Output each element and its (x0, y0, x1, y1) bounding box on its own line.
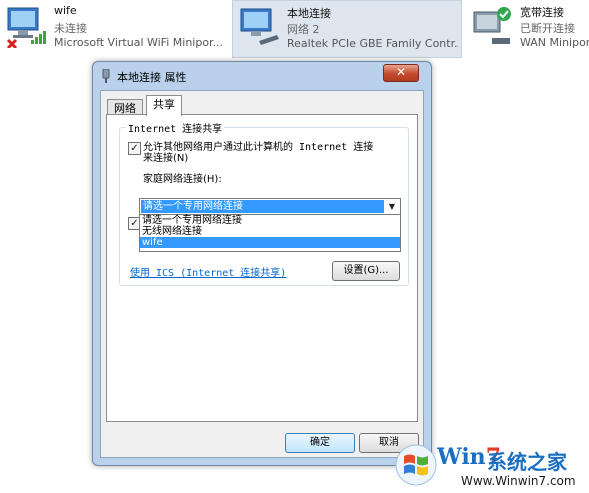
ics-help-link[interactable]: 使用 ICS (Internet 连接共享) (130, 264, 286, 279)
connection-device: WAN Minipor (520, 36, 589, 49)
connection-broadband[interactable]: 宽带连接 已断开连接 WAN Minipor (466, 0, 589, 56)
properties-dialog: 本地连接 属性 ✕ 网络 共享 Internet 连接共享 ✓ 允许其他网络用户… (92, 61, 432, 466)
ok-button[interactable]: 确定 (285, 433, 355, 453)
dialog-client-area: 网络 共享 Internet 连接共享 ✓ 允许其他网络用户通过此计算机的 In… (100, 90, 424, 458)
dropdown-option[interactable]: wife (140, 237, 400, 248)
dialog-title: 本地连接 属性 (117, 71, 187, 84)
connection-local[interactable]: 本地连接 网络 2 Realtek PCIe GBE Family Contr.… (232, 0, 462, 58)
allow-sharing-label-cont: 来连接(N) (143, 153, 189, 164)
allow-sharing-label: 允许其他网络用户通过此计算机的 Internet 连接 (143, 142, 374, 153)
sharing-tab-page: Internet 连接共享 ✓ 允许其他网络用户通过此计算机的 Internet… (106, 114, 418, 422)
network-adapter-icon (240, 8, 279, 45)
tab-network[interactable]: 网络 (107, 99, 143, 115)
close-button[interactable]: ✕ (383, 64, 419, 82)
connection-name: 本地连接 (287, 7, 331, 20)
watermark-url: Www.Winwin7.com (461, 474, 576, 488)
connection-name: 宽带连接 (520, 6, 564, 19)
chevron-down-icon[interactable]: ▼ (386, 201, 398, 212)
group-title: Internet 连接共享 (126, 120, 225, 135)
settings-button[interactable]: 设置(G)... (332, 261, 400, 281)
connection-wifi[interactable]: wife 未连接 Microsoft Virtual WiFi Minipor.… (0, 0, 228, 56)
network-adapter-icon (473, 7, 511, 44)
home-network-label: 家庭网络连接(H): (143, 174, 222, 185)
connection-device: Realtek PCIe GBE Family Contr... (287, 37, 459, 50)
watermark-brand-cn: 系统之家 (487, 450, 567, 474)
connection-status: 已断开连接 (520, 22, 575, 35)
home-network-combobox[interactable]: 请选一个专用网络连接 ▼ (139, 198, 401, 215)
signal-bars-icon (31, 31, 46, 44)
connection-name: wife (54, 4, 77, 17)
allow-sharing-checkbox[interactable]: ✓ (128, 142, 141, 155)
ics-group: Internet 连接共享 ✓ 允许其他网络用户通过此计算机的 Internet… (119, 120, 409, 286)
connection-device: Microsoft Virtual WiFi Minipor... (54, 36, 224, 49)
connection-status: 网络 2 (287, 23, 320, 36)
network-cable-icon (102, 69, 110, 83)
combo-selected-value: 请选一个专用网络连接 (141, 200, 384, 213)
tab-sharing[interactable]: 共享 (146, 95, 182, 116)
dropdown-option[interactable]: 请选一个专用网络连接 (140, 215, 400, 226)
connection-status: 未连接 (54, 22, 87, 35)
home-network-dropdown-list: 请选一个专用网络连接 无线网络连接 wife (139, 214, 401, 252)
windows-logo-icon (395, 444, 437, 486)
dropdown-option[interactable]: 无线网络连接 (140, 226, 400, 237)
watermark: Win7 系统之家 Www.Winwin7.com (391, 440, 589, 493)
